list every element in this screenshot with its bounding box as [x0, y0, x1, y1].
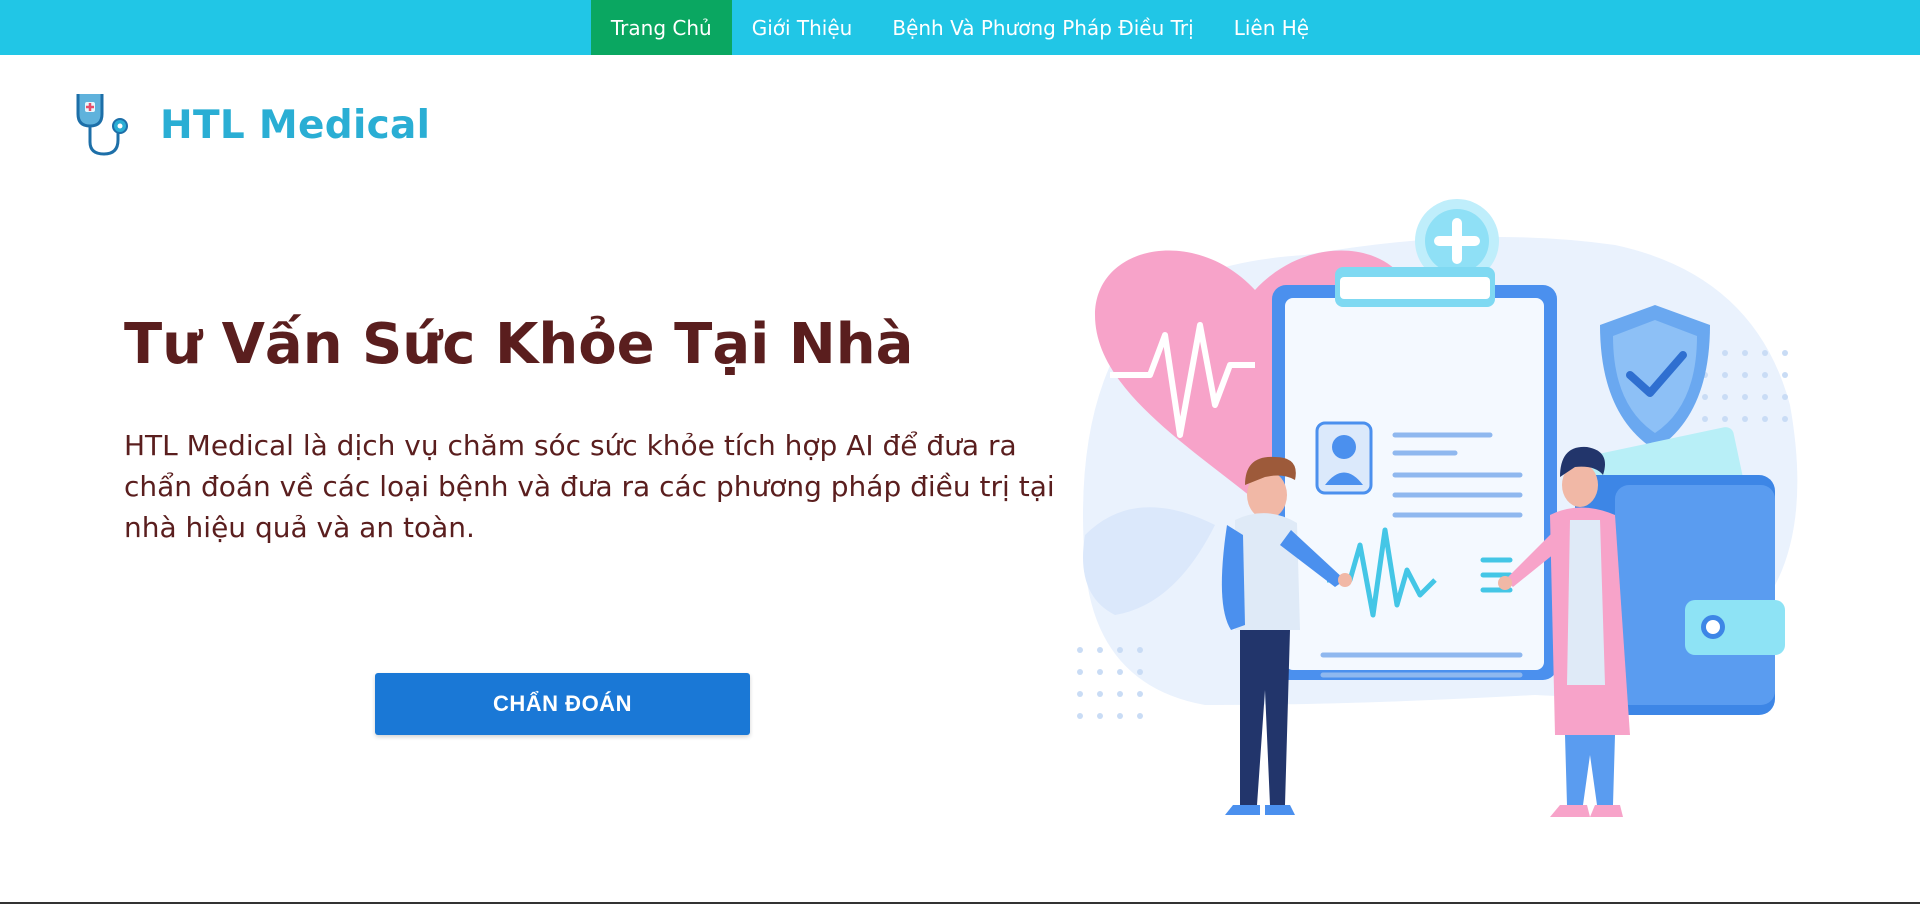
medical-consultation-illustration [1077, 199, 1798, 817]
nav-item-about[interactable]: Giới Thiệu [732, 0, 873, 55]
stethoscope-icon [76, 94, 128, 156]
brand[interactable]: HTL Medical [74, 92, 430, 158]
top-navigation: Trang Chủ Giới Thiệu Bệnh Và Phương Pháp… [0, 0, 1920, 55]
nav-item-diseases-treatments[interactable]: Bệnh Và Phương Pháp Điều Trị [872, 0, 1213, 55]
hero-title: Tư Vấn Sức Khỏe Tại Nhà [124, 312, 914, 377]
nav-item-home[interactable]: Trang Chủ [590, 0, 732, 55]
brand-name: HTL Medical [160, 102, 431, 148]
nav-item-contact[interactable]: Liên Hệ [1214, 0, 1329, 55]
hero-description: HTL Medical là dịch vụ chăm sóc sức khỏe… [124, 429, 1055, 544]
diagnose-button[interactable]: CHẨN ĐOÁN [375, 673, 750, 735]
